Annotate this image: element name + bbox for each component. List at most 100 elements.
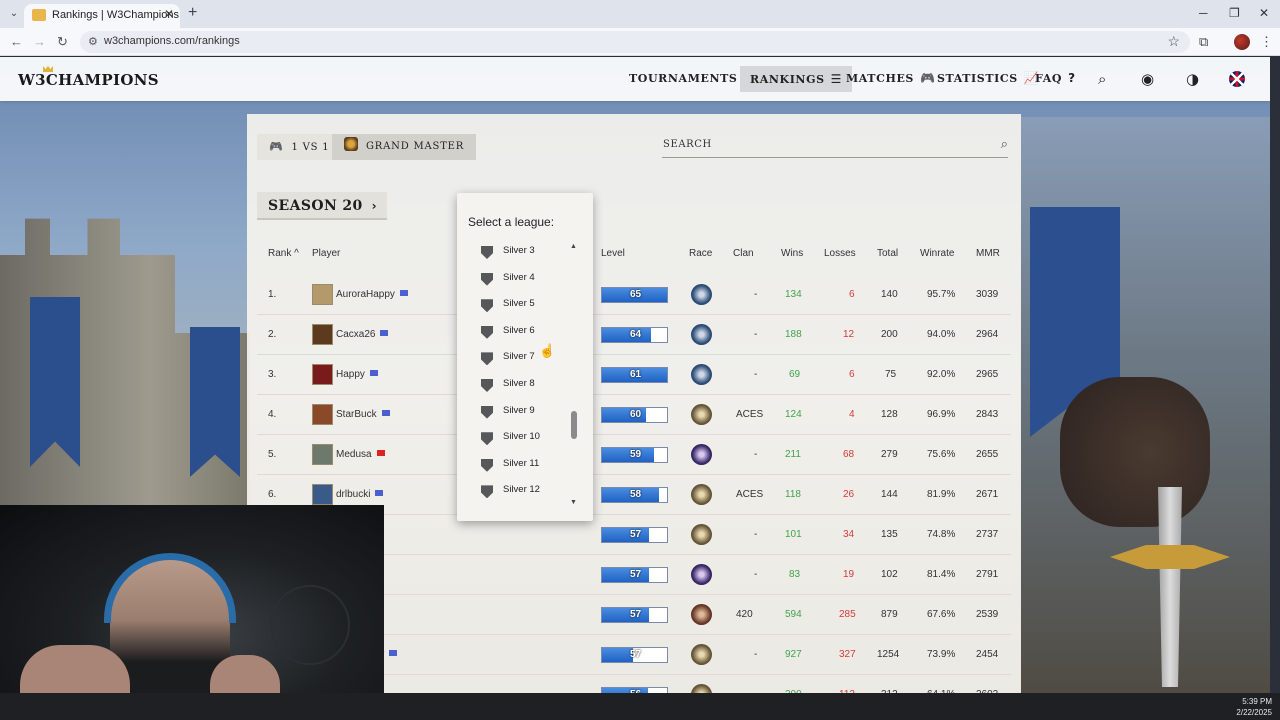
extensions-icon[interactable]: ⧉ xyxy=(1199,34,1208,50)
taskbar-clock[interactable]: 5:39 PM 2/22/2025 xyxy=(1236,696,1272,718)
nav-faq[interactable]: FAQ? xyxy=(1035,71,1076,85)
league-option[interactable]: Silver 6 xyxy=(457,323,577,349)
player-name: Medusa xyxy=(336,449,372,460)
race-icon xyxy=(691,324,712,345)
player-name-link[interactable]: Medusa xyxy=(336,449,385,460)
nav-matches[interactable]: MATCHES 🎮 xyxy=(846,71,936,85)
close-tab-icon[interactable]: ✕ xyxy=(164,7,174,21)
league-option[interactable]: Silver 12 xyxy=(457,482,577,508)
back-icon[interactable]: ← xyxy=(10,34,23,49)
col-header-rank[interactable]: Rank ^ xyxy=(268,248,299,259)
league-option[interactable]: Silver 8 xyxy=(457,376,577,402)
season-select[interactable]: SEASON 20 › xyxy=(257,192,387,220)
level-number: 58 xyxy=(629,489,642,500)
restore-icon[interactable]: ❐ xyxy=(1229,6,1240,20)
country-flag-icon xyxy=(399,290,408,296)
player-avatar[interactable] xyxy=(312,284,333,305)
site-info-icon[interactable]: ⚙ xyxy=(88,35,98,48)
col-header-wins[interactable]: Wins xyxy=(781,248,803,259)
col-header-losses[interactable]: Losses xyxy=(824,248,856,259)
browser-tab[interactable]: Rankings | W3Champions ✕ xyxy=(24,4,180,28)
player-avatar[interactable] xyxy=(312,484,333,505)
wins-cell: 101 xyxy=(785,529,802,540)
new-tab-icon[interactable]: + xyxy=(188,4,197,22)
race-icon xyxy=(691,604,712,625)
col-header-winrate[interactable]: Winrate xyxy=(920,248,954,259)
nav-statistics[interactable]: STATISTICS 📈 xyxy=(937,71,1039,85)
league-option-label: Silver 10 xyxy=(503,431,540,443)
league-option[interactable]: Silver 7 xyxy=(457,349,577,375)
player-avatar[interactable] xyxy=(312,444,333,465)
nav-rankings[interactable]: RANKINGS ☰ xyxy=(740,66,852,92)
clan-cell[interactable]: ACES xyxy=(736,489,763,500)
minimize-icon[interactable]: ─ xyxy=(1199,6,1208,20)
clan-cell: - xyxy=(754,449,758,460)
league-option[interactable]: Silver 3 xyxy=(457,243,577,269)
player-avatar[interactable] xyxy=(312,364,333,385)
player-name-link[interactable]: AuroraHappy xyxy=(336,289,408,300)
player-avatar[interactable] xyxy=(312,324,333,345)
level-bar: 64 xyxy=(601,327,668,343)
league-option[interactable]: Silver 5 xyxy=(457,296,577,322)
site-logo[interactable]: W3CHAMPIONS xyxy=(18,71,159,89)
league-option-label: Silver 3 xyxy=(503,245,535,256)
country-flag-icon xyxy=(369,370,378,376)
table-row[interactable]: 5. Medusa 59 - 211 68 279 75.6% 2655 xyxy=(257,435,1011,475)
webcam-overlay xyxy=(0,505,384,720)
browser-menu-icon[interactable]: ⋮ xyxy=(1260,34,1273,50)
col-header-player[interactable]: Player xyxy=(312,248,340,259)
col-header-total[interactable]: Total xyxy=(877,248,898,259)
total-cell: 200 xyxy=(881,329,898,340)
site-header: W3CHAMPIONS TOURNAMENTS🏆 RANKINGS☰ MATCH… xyxy=(0,57,1270,101)
dropdown-scrollbar-thumb[interactable] xyxy=(571,411,577,439)
total-cell: 140 xyxy=(881,289,898,300)
tab-search-icon[interactable]: ⌄ xyxy=(6,6,22,22)
league-option[interactable]: Silver 9 xyxy=(457,403,577,429)
race-icon xyxy=(691,404,712,425)
league-option[interactable]: Silver 10 xyxy=(457,429,577,455)
league-options-list: Silver 3 Silver 4 Silver 5 Silver 6 Silver 7… xyxy=(457,241,577,511)
gamemode-select[interactable]: 🎮 1 VS 1 xyxy=(257,134,342,160)
total-cell: 135 xyxy=(881,529,898,540)
player-name-link[interactable]: drlbucki xyxy=(336,489,384,500)
chevron-right-icon: › xyxy=(371,199,377,213)
player-name-link[interactable]: Cacxa26 xyxy=(336,329,389,340)
theme-toggle-icon[interactable]: ◑ xyxy=(1186,70,1199,88)
forward-icon[interactable]: → xyxy=(33,34,46,49)
scroll-down-arrow-icon[interactable]: ▼ xyxy=(570,499,577,506)
language-uk-flag-icon[interactable] xyxy=(1229,71,1245,87)
league-option[interactable]: Silver 11 xyxy=(457,456,577,482)
wins-cell: 134 xyxy=(785,289,802,300)
level-bar: 61 xyxy=(601,367,668,383)
scroll-up-arrow-icon[interactable]: ▲ xyxy=(570,243,577,250)
player-name: Cacxa26 xyxy=(336,329,376,340)
col-header-level[interactable]: Level xyxy=(601,248,625,259)
player-name-link[interactable]: StarBuck xyxy=(336,409,390,420)
league-option[interactable]: Silver 4 xyxy=(457,270,577,296)
close-window-icon[interactable]: ✕ xyxy=(1259,6,1269,20)
account-icon[interactable]: ◉ xyxy=(1141,70,1154,88)
clan-cell[interactable]: ACES xyxy=(736,409,763,420)
table-row[interactable]: 2. Cacxa26 64 - 188 12 200 94.0% 2964 xyxy=(257,315,1011,355)
mmr-cell: 2964 xyxy=(976,329,999,340)
url-input[interactable]: ⚙ w3champions.com/rankings ☆ xyxy=(80,31,1190,53)
league-select[interactable]: GRAND MASTER xyxy=(332,134,477,160)
table-row[interactable]: 1. AuroraHappy 65 - 134 6 140 95.7% 3039 xyxy=(257,275,1011,315)
player-avatar[interactable] xyxy=(312,404,333,425)
col-header-clan[interactable]: Clan xyxy=(733,248,754,259)
reload-icon[interactable]: ↻ xyxy=(57,34,68,50)
player-search-input[interactable]: SEARCH ⌕ xyxy=(662,136,1008,158)
bookmark-star-icon[interactable]: ☆ xyxy=(1167,33,1180,50)
player-name-link[interactable]: Happy xyxy=(336,369,378,380)
total-cell: 279 xyxy=(881,449,898,460)
clan-cell[interactable]: 420 xyxy=(736,609,753,620)
table-row[interactable]: 4. StarBuck 60 ACES 124 4 128 96.9% 2843 xyxy=(257,395,1011,435)
table-row[interactable]: 3. Happy 61 - 69 6 75 92.0% 2965 xyxy=(257,355,1011,395)
profile-avatar[interactable] xyxy=(1234,34,1250,50)
search-icon[interactable]: ⌕ xyxy=(1098,70,1106,88)
col-header-race[interactable]: Race xyxy=(689,248,712,259)
wins-cell: 211 xyxy=(785,449,801,460)
player-name: drlbucki xyxy=(336,489,371,500)
col-header-mmr[interactable]: MMR xyxy=(976,248,1000,259)
gamemode-label: 1 VS 1 xyxy=(291,142,330,153)
